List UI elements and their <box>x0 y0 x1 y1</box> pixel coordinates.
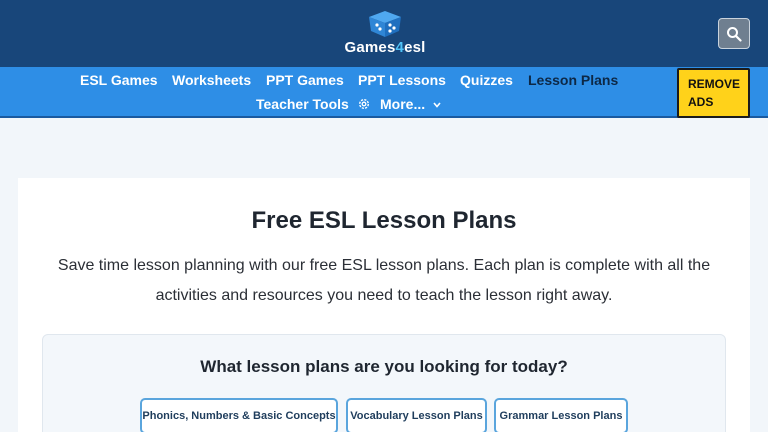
nav-ppt-games[interactable]: PPT Games <box>266 72 344 88</box>
chevron-down-icon <box>433 102 441 108</box>
nav-worksheets[interactable]: Worksheets <box>172 72 251 88</box>
logo-text: Games4esl <box>344 39 426 56</box>
main-navigation: ESL Games Worksheets PPT Games PPT Lesso… <box>0 67 768 118</box>
finder-question: What lesson plans are you looking for to… <box>200 357 568 376</box>
page-description: Save time lesson planning with our free … <box>57 257 711 304</box>
nav-ppt-lessons[interactable]: PPT Lessons <box>358 72 446 88</box>
gear-icon <box>358 98 369 110</box>
nav-lesson-plans[interactable]: Lesson Plans <box>528 72 618 88</box>
remove-ads-line1: REMOVE <box>688 77 741 91</box>
vocabulary-lesson-plans-button[interactable]: Vocabulary Lesson Plans <box>346 398 487 432</box>
phonics-numbers-basic-concepts-button[interactable]: Phonics, Numbers & Basic Concepts <box>140 398 338 432</box>
nav-teacher-tools[interactable]: Teacher Tools <box>256 96 371 112</box>
search-icon <box>727 26 742 42</box>
grammar-lesson-plans-button[interactable]: Grammar Lesson Plans <box>494 398 628 432</box>
page-title: Free ESL Lesson Plans <box>251 207 517 234</box>
nav-esl-games[interactable]: ESL Games <box>80 72 158 88</box>
site-logo[interactable]: Games4esl <box>339 10 431 60</box>
graduation-cap-dice-icon <box>369 11 401 37</box>
nav-more[interactable]: More... <box>380 96 442 112</box>
remove-ads-line2: ADS <box>688 95 714 109</box>
remove-ads-button[interactable]: REMOVE ADS <box>677 68 750 118</box>
nav-teacher-tools-label: Teacher Tools <box>256 96 349 112</box>
site-header: Games4esl <box>0 0 768 67</box>
nav-more-label: More... <box>380 96 426 112</box>
search-button[interactable] <box>718 18 750 49</box>
nav-quizzes[interactable]: Quizzes <box>460 72 513 88</box>
